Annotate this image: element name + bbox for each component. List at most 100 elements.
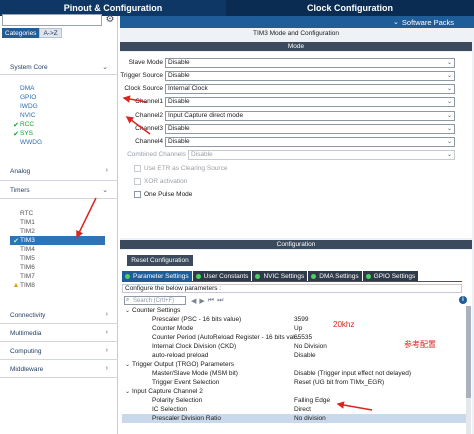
sidebar-item-nvic[interactable]: NVIC — [12, 111, 36, 120]
trigger-source-select[interactable]: Disable ⌄ — [165, 70, 455, 81]
first-icon[interactable]: ⏮ — [208, 297, 214, 305]
category-timers[interactable]: Timers ⌄ — [0, 185, 118, 196]
field-channel3: Channel3 Disable ⌄ — [120, 123, 460, 134]
channel3-select[interactable]: Disable ⌄ — [165, 123, 455, 134]
tab-parameter-settings[interactable]: Parameter Settings — [122, 271, 192, 281]
category-system-core[interactable]: System Core ⌄ — [0, 62, 118, 73]
sidebar-item-wwdg[interactable]: WWDG — [12, 138, 42, 147]
status-dot-icon — [195, 273, 201, 279]
configure-caption: Configure the below parameters : — [122, 284, 462, 293]
tab-nvic-settings[interactable]: NVIC Settings — [252, 271, 308, 281]
parameter-row[interactable]: Counter Mode Up — [122, 324, 466, 333]
clock-source-select[interactable]: Internal Clock ⌄ — [165, 83, 455, 94]
software-packs-label: Software Packs — [401, 17, 454, 27]
sidebar-item-tim5[interactable]: TIM5 — [12, 254, 35, 263]
warning-icon: ▲ — [12, 282, 20, 289]
sidebar-item-tim2[interactable]: TIM2 — [12, 227, 35, 236]
channel1-select[interactable]: Disable ⌄ — [165, 96, 455, 107]
last-icon[interactable]: ⏭ — [217, 297, 223, 305]
xor-activation-checkbox[interactable]: XOR activation — [134, 176, 187, 186]
sidebar-item-rtc[interactable]: RTC — [12, 209, 33, 218]
parameter-list: ⌄ Counter Settings Prescaler (PSC - 16 bi… — [122, 306, 466, 434]
chevron-right-icon: › — [105, 347, 108, 354]
parameter-group[interactable]: ⌄ Input Capture Channel 2 — [122, 387, 466, 396]
category-label: Multimedia — [10, 330, 42, 337]
field-label: Channel3 — [135, 125, 163, 132]
parameter-group[interactable]: ⌄ Trigger Output (TRGO) Parameters — [122, 360, 466, 369]
previous-arrow-icon[interactable]: ◀ — [191, 297, 196, 305]
chevron-right-icon: › — [105, 167, 108, 174]
tab-dma-settings[interactable]: DMA Settings — [308, 271, 362, 281]
configuration-tabs: Parameter Settings User Constants NVIC S… — [122, 271, 419, 281]
slave-mode-select[interactable]: Disable ⌄ — [165, 57, 455, 68]
sidebar-item-tim3[interactable]: ✔ TIM3 — [10, 236, 105, 245]
chevron-down-icon: ⌄ — [446, 125, 452, 132]
channel2-select[interactable]: Input Capture direct mode ⌄ — [165, 110, 455, 121]
gear-icon[interactable]: ⚙ — [105, 15, 115, 25]
tab-gpio-settings[interactable]: GPIO Settings — [362, 271, 419, 281]
field-channel2: Channel2 Input Capture direct mode ⌄ — [120, 110, 460, 121]
status-dot-icon — [255, 273, 261, 279]
checkbox[interactable] — [134, 164, 141, 172]
chevron-down-icon: ⌄ — [446, 72, 452, 79]
divider — [0, 74, 118, 75]
category-search-input[interactable] — [2, 14, 102, 26]
checkbox[interactable] — [134, 177, 141, 185]
parameter-row[interactable]: Polarity Selection Falling Edge — [122, 396, 466, 405]
software-packs-bar[interactable]: ⌄ Software Packs — [120, 16, 474, 28]
parameter-row[interactable]: Prescaler (PSC - 16 bits value) 3599 — [122, 315, 466, 324]
collapse-icon[interactable]: ⌄ — [125, 307, 130, 314]
configuration-section-header: Configuration — [120, 240, 472, 249]
category-middleware[interactable]: Middleware › — [0, 364, 118, 375]
sidebar-item-rcc[interactable]: ✔ RCC — [12, 120, 34, 129]
sidebar-item-tim4[interactable]: TIM4 — [12, 245, 35, 254]
reset-configuration-button[interactable]: Reset Configuration — [127, 255, 193, 266]
tab-a-to-z[interactable]: A->Z — [39, 28, 62, 38]
parameter-row[interactable]: Master/Slave Mode (MSM bit) Disable (Trig… — [122, 369, 466, 378]
sidebar-item-tim7[interactable]: TIM7 — [12, 272, 35, 281]
channel4-select[interactable]: Disable ⌄ — [165, 136, 455, 147]
scrollbar-thumb[interactable] — [466, 306, 471, 398]
chevron-down-icon: ⌄ — [446, 112, 452, 119]
parameter-search-input[interactable]: ⌕ Search (Crtl+F) — [124, 296, 186, 305]
info-icon[interactable]: i — [459, 296, 467, 304]
parameter-row[interactable]: auto-reload preload Disable — [122, 351, 466, 360]
search-icon: ⌕ — [126, 297, 130, 303]
category-multimedia[interactable]: Multimedia › — [0, 328, 118, 339]
sidebar-item-iwdg[interactable]: IWDG — [12, 102, 38, 111]
sidebar-item-sys[interactable]: ✔ SYS — [12, 129, 33, 138]
one-pulse-mode-checkbox[interactable]: One Pulse Mode — [134, 189, 192, 199]
sidebar-item-tim8[interactable]: ▲ TIM8 — [12, 281, 35, 290]
checkmark-icon: ✔ — [13, 237, 19, 245]
checkmark-icon: ✔ — [13, 121, 19, 129]
use-etr-checkbox[interactable]: Use ETR as Clearing Source — [134, 163, 227, 173]
next-arrow-icon[interactable]: ▶ — [199, 297, 204, 305]
chevron-down-icon: ⌄ — [102, 187, 108, 194]
sidebar-item-dma[interactable]: DMA — [12, 84, 34, 93]
checkbox[interactable] — [134, 190, 141, 198]
tab-clock-configuration[interactable]: Clock Configuration — [226, 0, 474, 16]
sidebar-item-gpio[interactable]: GPIO — [12, 93, 36, 102]
chevron-down-icon: ⌄ — [393, 19, 399, 26]
chevron-right-icon: › — [105, 329, 108, 336]
field-label: Combined Channels — [127, 151, 186, 158]
category-computing[interactable]: Computing › — [0, 346, 118, 357]
field-combined-channels: Combined Channels Disable ⌄ — [120, 149, 460, 160]
sidebar-item-tim6[interactable]: TIM6 — [12, 263, 35, 272]
category-connectivity[interactable]: Connectivity › — [0, 310, 118, 321]
field-label: Trigger Source — [120, 72, 163, 79]
parameter-row[interactable]: Trigger Event Selection Reset (UG bit fro… — [122, 378, 466, 387]
sidebar-item-tim1[interactable]: TIM1 — [12, 218, 35, 227]
tab-user-constants[interactable]: User Constants — [192, 271, 252, 281]
collapse-icon[interactable]: ⌄ — [125, 361, 130, 368]
parameter-row-selected[interactable]: Prescaler Division Ratio No division — [122, 414, 466, 423]
chevron-right-icon: › — [105, 365, 108, 372]
category-label: System Core — [10, 64, 48, 71]
combined-channels-select[interactable]: Disable ⌄ — [188, 149, 455, 160]
tab-categories[interactable]: Categories — [2, 28, 40, 38]
field-channel1: Channel1 Disable ⌄ — [120, 96, 460, 107]
category-analog[interactable]: Analog › — [0, 166, 118, 177]
parameter-group[interactable]: ⌄ Counter Settings — [122, 306, 466, 315]
collapse-icon[interactable]: ⌄ — [125, 388, 130, 395]
parameter-row[interactable]: IC Selection Direct — [122, 405, 466, 414]
